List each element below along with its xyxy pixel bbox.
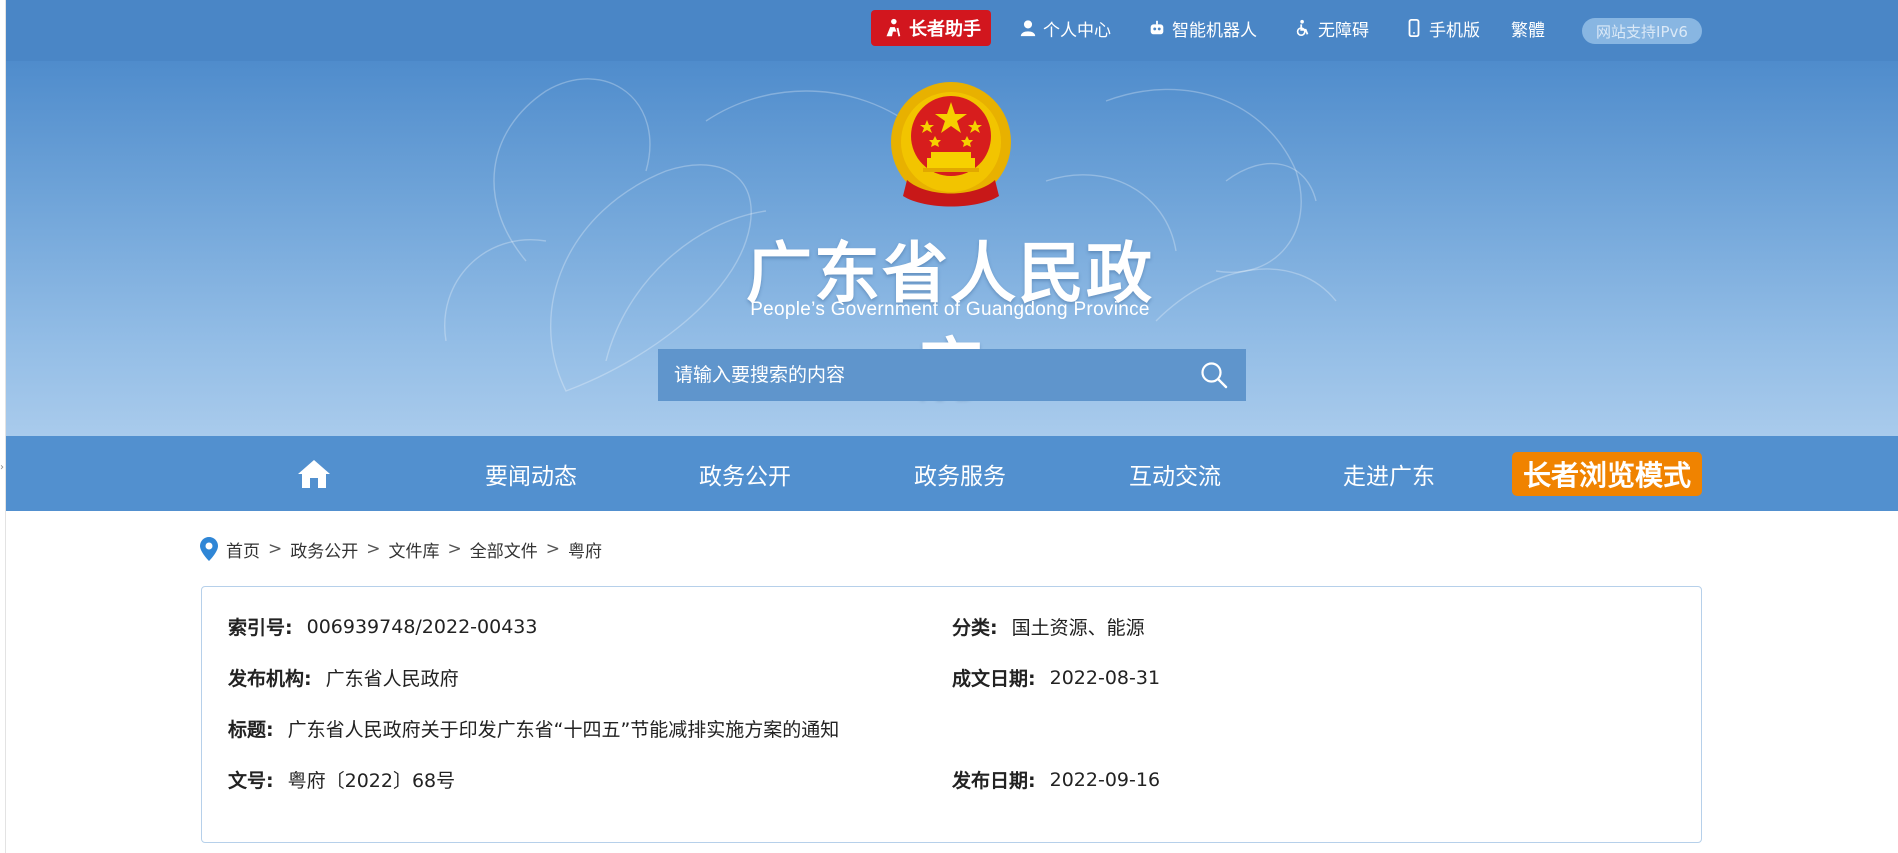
breadcrumb-current[interactable]: 粤府 [568, 537, 602, 562]
breadcrumb-separator: > [545, 539, 560, 559]
breadcrumb-gov-open[interactable]: 政务公开 [290, 537, 358, 562]
info-value: 2022-09-16 [1049, 768, 1161, 791]
search-input[interactable] [658, 349, 1182, 401]
info-label: 分类: [952, 617, 998, 639]
search-button[interactable] [1182, 349, 1246, 401]
top-link-label: 繁體 [1511, 20, 1545, 41]
breadcrumb-separator: > [366, 539, 381, 559]
breadcrumb: 首页 > 政务公开 > 文件库 > 全部文件 > 粤府 [200, 537, 602, 562]
mobile-icon [1408, 19, 1420, 37]
top-link-label: 智能机器人 [1172, 20, 1257, 41]
ipv6-badge: 网站支持IPv6 [1582, 18, 1702, 44]
nav-item-interaction[interactable]: 互动交流 [1105, 436, 1245, 511]
info-label: 标题: [228, 719, 274, 741]
search-box [658, 349, 1246, 401]
nav-home[interactable] [284, 436, 344, 511]
breadcrumb-home[interactable]: 首页 [226, 537, 260, 562]
top-link-label: 手机版 [1429, 20, 1480, 41]
info-label: 成文日期: [952, 668, 1036, 690]
site-subtitle: People’s Government of Guangdong Provinc… [750, 299, 1150, 320]
top-link-robot[interactable]: 智能机器人 [1148, 10, 1257, 46]
info-value: 国土资源、能源 [1011, 617, 1145, 639]
info-issuer: 发布机构: 广东省人民政府 [228, 664, 459, 691]
info-value: 006939748/2022-00433 [306, 615, 538, 638]
elder-helper-button[interactable]: 长者助手 [871, 10, 991, 46]
info-value: 粤府〔2022〕68号 [287, 770, 456, 792]
info-value: 广东省人民政府 [325, 668, 459, 690]
top-link-mobile[interactable]: 手机版 [1405, 10, 1480, 46]
top-link-label: 无障碍 [1318, 20, 1369, 41]
info-label: 发布日期: [952, 770, 1036, 792]
info-label: 发布机构: [228, 668, 312, 690]
collapse-arrow-icon[interactable]: › [0, 462, 4, 473]
info-label: 索引号: [228, 617, 293, 639]
top-link-traditional[interactable]: 繁體 [1511, 10, 1545, 46]
elder-helper-label: 长者助手 [909, 19, 981, 40]
info-index-no: 索引号: 006939748/2022-00433 [228, 613, 537, 640]
accessibility-icon [1296, 19, 1309, 37]
breadcrumb-separator: > [268, 539, 283, 559]
home-icon [298, 459, 330, 488]
breadcrumb-separator: > [447, 539, 462, 559]
top-link-accessibility[interactable]: 无障碍 [1294, 10, 1369, 46]
info-category: 分类: 国土资源、能源 [952, 613, 1145, 640]
top-link-personal-center[interactable]: 个人中心 [1019, 10, 1111, 46]
breadcrumb-all-files[interactable]: 全部文件 [470, 537, 538, 562]
info-written-date: 成文日期: 2022-08-31 [952, 664, 1160, 691]
breadcrumb-file-library[interactable]: 文件库 [389, 537, 440, 562]
location-pin-icon [200, 537, 218, 561]
nav-item-gov-open[interactable]: 政务公开 [675, 436, 815, 511]
info-doc-no: 文号: 粤府〔2022〕68号 [228, 766, 455, 793]
nav-item-gov-service[interactable]: 政务服务 [890, 436, 1030, 511]
info-title: 标题: 广东省人民政府关于印发广东省“十四五”节能减排实施方案的通知 [228, 715, 839, 742]
info-value: 广东省人民政府关于印发广东省“十四五”节能减排实施方案的通知 [287, 719, 840, 741]
info-value: 2022-08-31 [1049, 666, 1161, 689]
person-icon [1020, 20, 1036, 37]
top-links: 长者助手 个人中心 智能机器人 无障碍 手机版 繁體 网站支持IPv6 [0, 10, 1898, 50]
info-label: 文号: [228, 770, 274, 792]
top-link-label: 个人中心 [1043, 20, 1111, 41]
nav-item-about[interactable]: 走进广东 [1319, 436, 1459, 511]
national-emblem-icon [891, 82, 1011, 207]
nav-item-news[interactable]: 要闻动态 [461, 436, 601, 511]
elder-helper-icon [886, 18, 901, 37]
elder-mode-button[interactable]: 长者浏览模式 [1512, 452, 1702, 496]
info-publish-date: 发布日期: 2022-09-16 [952, 766, 1160, 793]
search-icon [1201, 362, 1228, 389]
document-info-box: 索引号: 006939748/2022-00433 分类: 国土资源、能源 发布… [201, 586, 1702, 843]
robot-icon [1150, 20, 1164, 35]
